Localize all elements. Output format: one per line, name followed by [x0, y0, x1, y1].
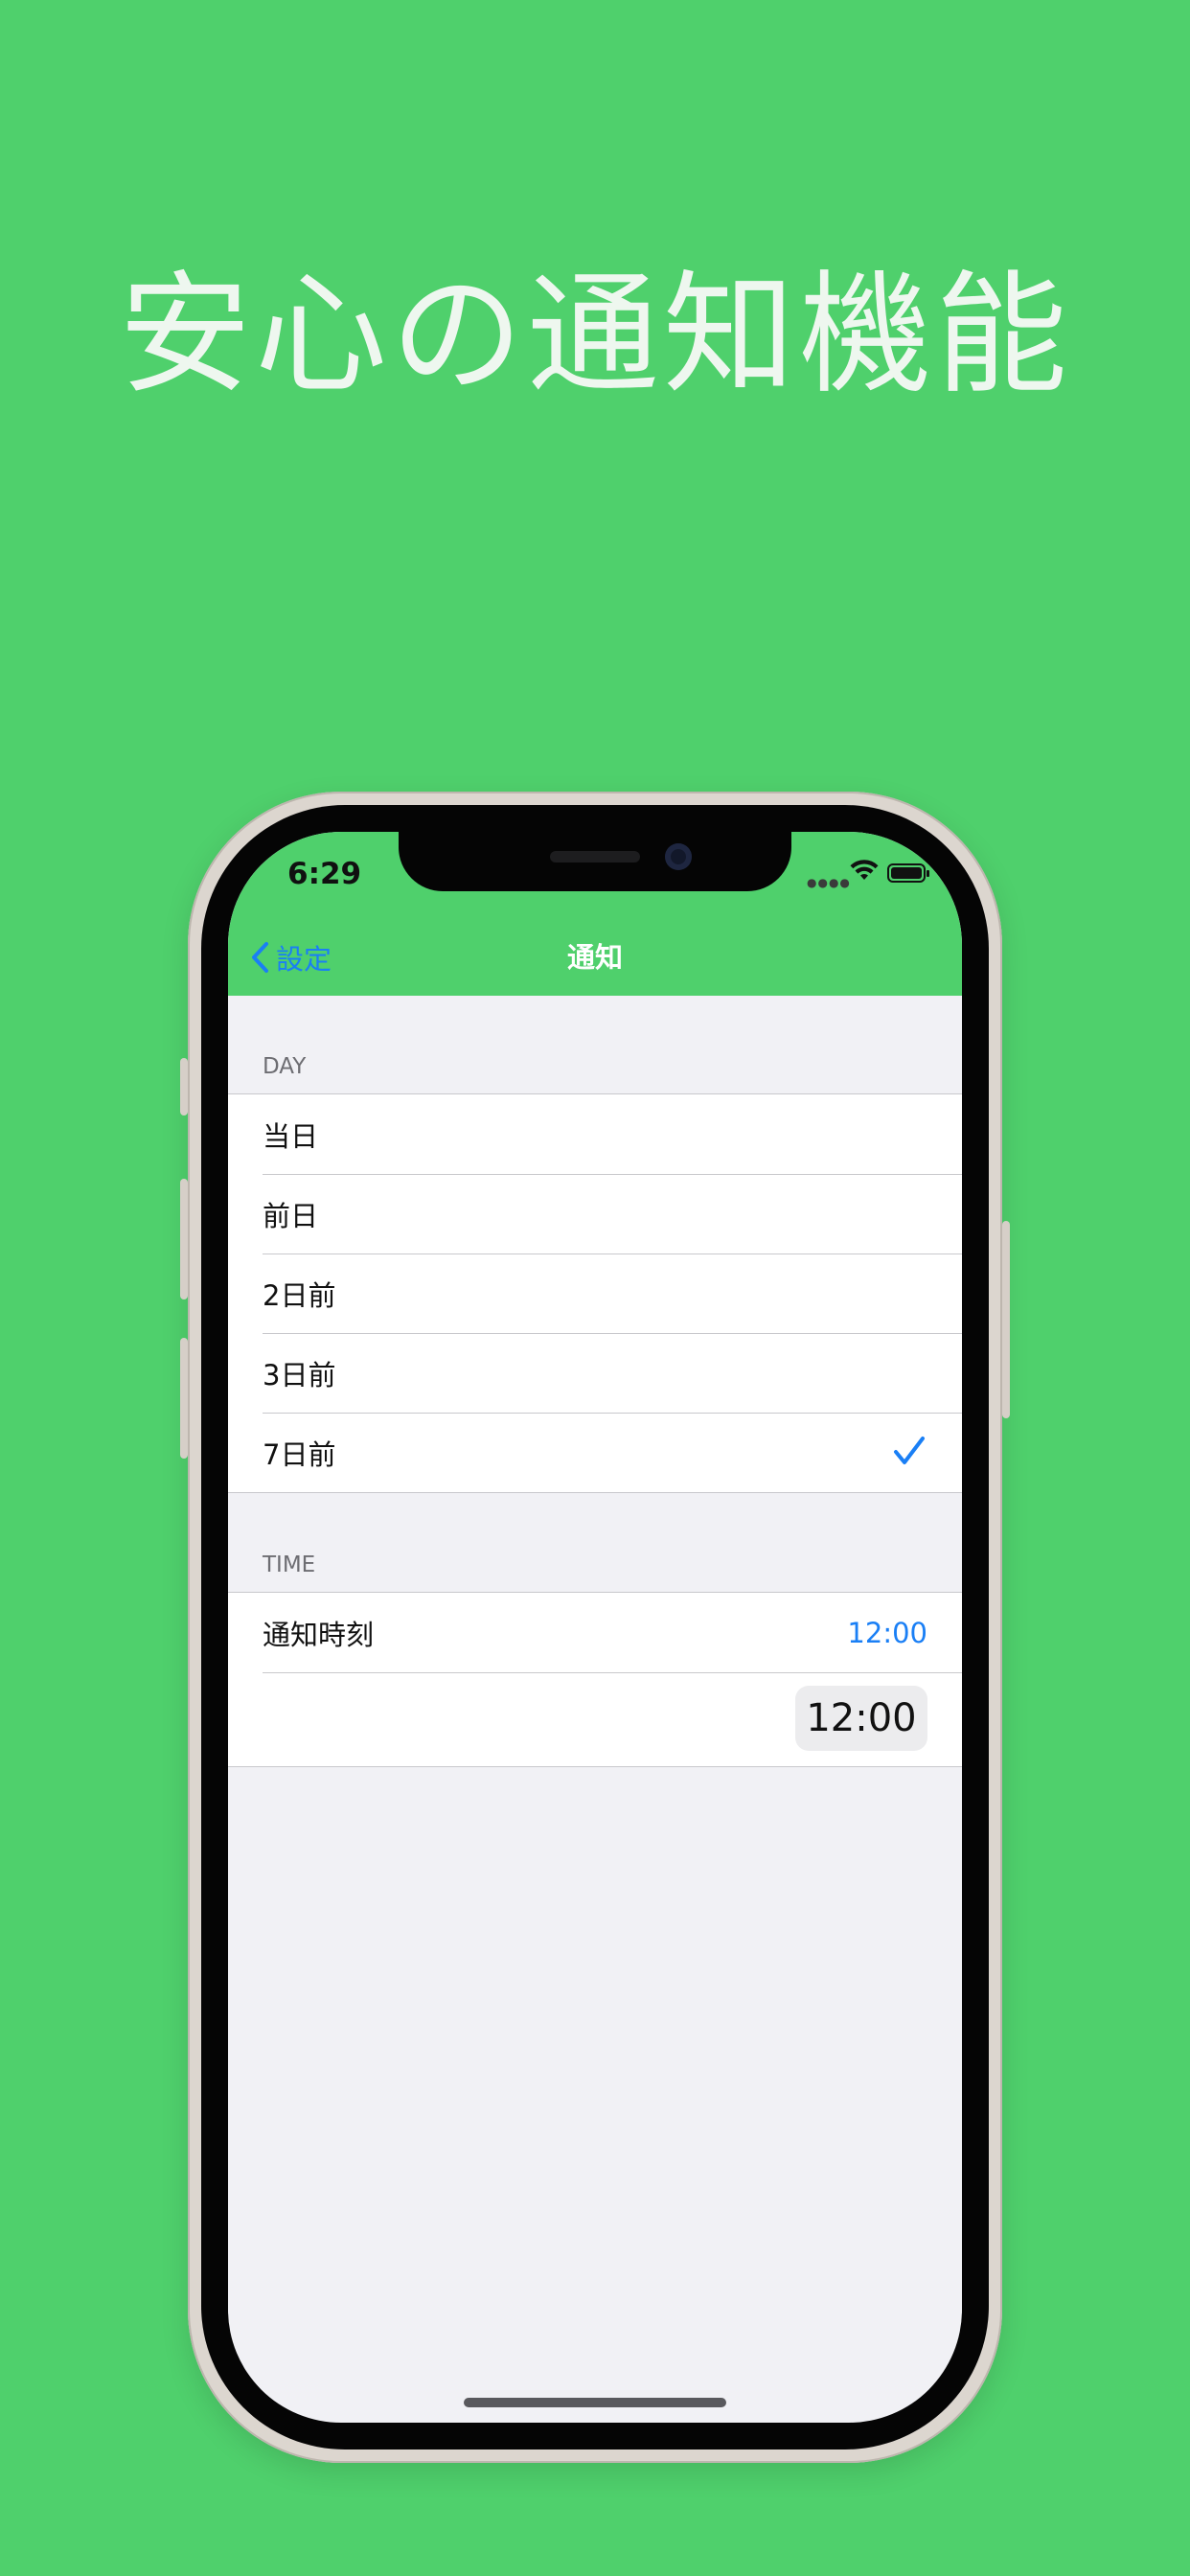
phone-screen: 6:29 ●●●● 設定 通知 DAY 当日 前日 2日前 3日前 7日前: [228, 832, 962, 2423]
volume-down-button: [180, 1338, 188, 1459]
day-options-list: 当日 前日 2日前 3日前 7日前: [228, 1093, 962, 1493]
time-picker[interactable]: 12:00: [795, 1686, 927, 1751]
home-indicator: [464, 2398, 726, 2407]
time-picker-row: 12:00: [228, 1672, 962, 1766]
nav-title: 通知: [566, 941, 623, 974]
list-item-label: 当日: [263, 1119, 319, 1153]
list-item-label: 3日前: [263, 1358, 336, 1392]
list-item-label: 7日前: [263, 1438, 336, 1471]
section-header-time: TIME: [263, 1552, 316, 1577]
cellular-signal-icon: ●●●●: [807, 876, 850, 889]
status-time: 6:29: [287, 857, 362, 891]
section-header-day: DAY: [263, 1054, 307, 1079]
power-button: [1002, 1221, 1010, 1418]
list-item[interactable]: 前日: [228, 1174, 962, 1254]
checkmark-icon: [894, 1437, 925, 1464]
list-item-selected[interactable]: 7日前: [228, 1413, 962, 1492]
list-item[interactable]: 3日前: [228, 1333, 962, 1413]
wifi-icon: [850, 860, 879, 880]
list-item-label: 2日前: [263, 1278, 336, 1312]
promo-headline: 安心の通知機能: [118, 258, 1071, 412]
notification-time-value: 12:00: [847, 1616, 927, 1649]
time-settings-list: 通知時刻 12:00 12:00: [228, 1592, 962, 1767]
notification-time-row[interactable]: 通知時刻 12:00: [228, 1593, 962, 1672]
notch: [399, 832, 791, 891]
battery-icon: [887, 863, 929, 883]
list-item-label: 前日: [263, 1199, 319, 1232]
mute-switch: [180, 1058, 188, 1116]
list-item[interactable]: 当日: [228, 1094, 962, 1174]
front-camera: [665, 843, 692, 870]
notification-time-label: 通知時刻: [263, 1618, 375, 1651]
list-item[interactable]: 2日前: [228, 1254, 962, 1333]
speaker-grille: [550, 851, 640, 862]
volume-up-button: [180, 1179, 188, 1300]
